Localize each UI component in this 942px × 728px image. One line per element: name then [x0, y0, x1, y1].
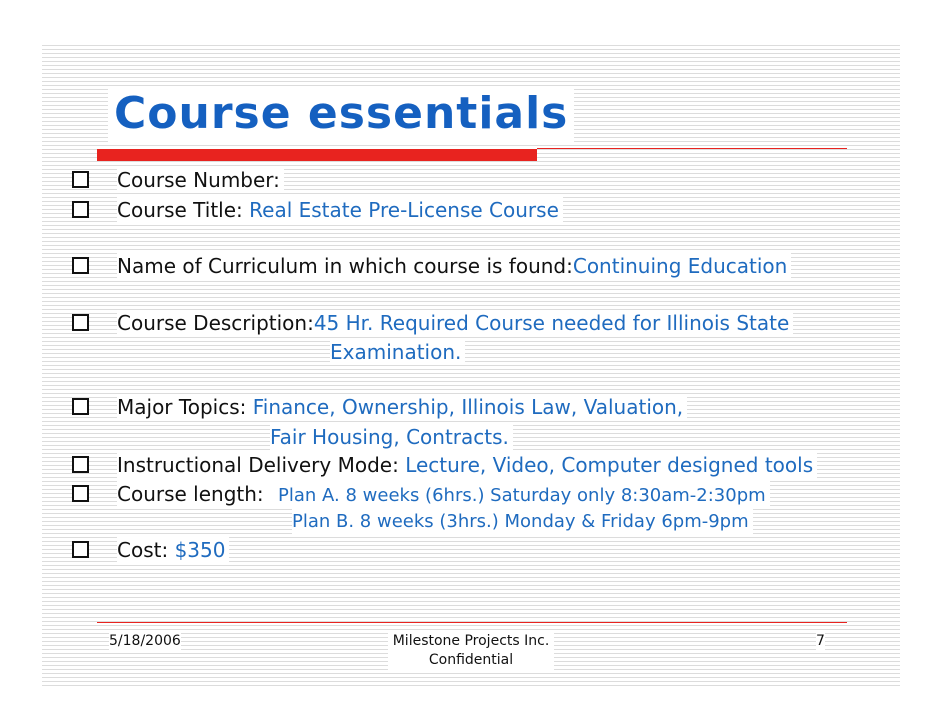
square-bullet-icon [72, 456, 89, 473]
description-value-2: Examination. [330, 339, 466, 365]
footer-page-number: 7 [816, 632, 825, 651]
description-label: Course Description: [117, 311, 314, 335]
square-bullet-icon [72, 314, 89, 331]
square-bullet-icon [72, 201, 89, 218]
course-title-line: Course Title: Real Estate Pre-License Co… [117, 197, 563, 223]
major-topics-value-1: Finance, Ownership, Illinois Law, Valuat… [252, 395, 684, 419]
delivery-mode-line: Instructional Delivery Mode: Lecture, Vi… [117, 452, 818, 478]
major-topics-line: Major Topics: Finance, Ownership, Illino… [117, 394, 688, 420]
description-value-1: 45 Hr. Required Course needed for Illino… [313, 311, 790, 335]
curriculum-value: Continuing Education [572, 254, 788, 278]
description-line: Course Description:45 Hr. Required Cours… [117, 310, 794, 336]
footer-date: 5/18/2006 [109, 632, 181, 651]
footer-confidential: Confidential [428, 652, 514, 668]
square-bullet-icon [72, 485, 89, 502]
major-topics-label: Major Topics: [117, 395, 247, 419]
course-length-plan-b: Plan B. 8 weeks (3hrs.) Monday & Friday … [292, 509, 753, 535]
slide-title: Course essentials [108, 86, 575, 142]
footer-company: Milestone Projects Inc. Confidential [388, 632, 554, 670]
course-number-line: Course Number: [117, 167, 284, 193]
curriculum-line: Name of Curriculum in which course is fo… [117, 253, 792, 279]
cost-label: Cost: [117, 538, 169, 562]
title-underline-thin [537, 148, 847, 149]
cost-line: Cost: $350 [117, 537, 230, 563]
course-length-plan-a: Plan A. 8 weeks (6hrs.) Saturday only 8:… [278, 485, 766, 506]
course-length-line: Course length: Plan A. 8 weeks (6hrs.) S… [117, 481, 770, 507]
square-bullet-icon [72, 541, 89, 558]
square-bullet-icon [72, 398, 89, 415]
square-bullet-icon [72, 257, 89, 274]
delivery-mode-label: Instructional Delivery Mode: [117, 453, 399, 477]
course-title-value: Real Estate Pre-License Course [249, 198, 559, 222]
title-underline-thick [97, 149, 537, 161]
cost-value: $350 [174, 538, 226, 562]
delivery-mode-value: Lecture, Video, Computer designed tools [405, 453, 814, 477]
major-topics-value-2: Fair Housing, Contracts. [270, 424, 513, 450]
course-number-label: Course Number: [117, 168, 280, 192]
footer-rule [97, 622, 847, 623]
footer-company-name: Milestone Projects Inc. [392, 633, 550, 649]
course-length-label: Course length: [117, 482, 264, 506]
square-bullet-icon [72, 171, 89, 188]
course-title-label: Course Title: [117, 198, 243, 222]
curriculum-label: Name of Curriculum in which course is fo… [117, 254, 573, 278]
